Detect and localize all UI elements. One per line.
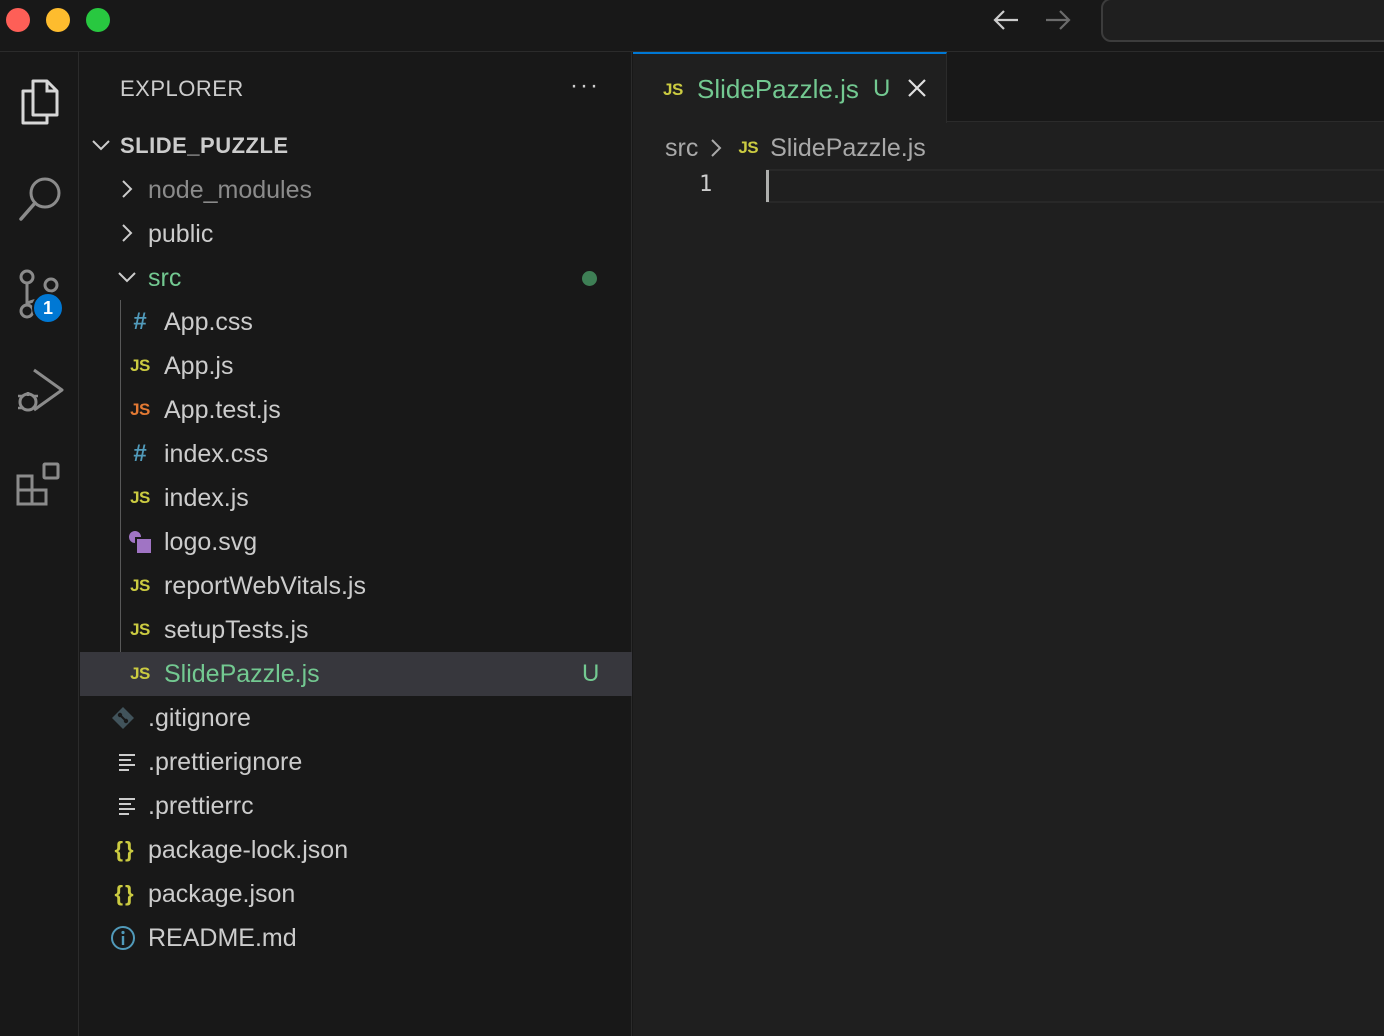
js-icon: JS [130, 664, 150, 683]
go-forward-button[interactable] [1042, 4, 1074, 36]
sidebar-title: EXPLORER [120, 76, 244, 101]
text-lines-icon [114, 793, 140, 819]
tree-item-label: package.json [148, 879, 296, 908]
extensions-icon [16, 462, 59, 506]
tree-item-setup-tests-js[interactable]: JS setupTests.js [80, 608, 632, 652]
activity-explorer[interactable] [0, 66, 79, 138]
tree-item-prettierrc[interactable]: .prettierrc [80, 784, 632, 828]
json-icon: {} [114, 837, 136, 862]
tree-item-label: src [148, 263, 182, 292]
tree-item-logo-svg[interactable]: logo.svg [80, 520, 632, 564]
chevron-down-icon [118, 272, 136, 283]
untracked-status-badge: U [873, 75, 891, 102]
tree-item-label: setupTests.js [164, 615, 309, 644]
breadcrumb-folder[interactable]: src [665, 134, 698, 163]
maximize-window-button[interactable] [86, 8, 110, 32]
tree-item-label: node_modules [148, 175, 313, 204]
activity-run-debug[interactable] [0, 354, 79, 426]
css-icon: # [133, 308, 147, 335]
line-number: 1 [699, 172, 713, 197]
go-back-button[interactable] [990, 4, 1022, 36]
tree-item-label: reportWebVitals.js [164, 571, 366, 600]
run-debug-icon [17, 368, 63, 412]
source-control-badge: 1 [32, 292, 64, 324]
tree-item-label: README.md [148, 923, 297, 952]
tree-item-app-css[interactable]: # App.css [80, 300, 632, 344]
arrow-left-icon [993, 10, 1018, 30]
current-line-highlight[interactable] [766, 169, 1384, 203]
editor-tab-strip: JS SlidePazzle.js U [633, 52, 1384, 123]
tree-item-label: App.css [164, 307, 253, 336]
chevron-down-icon [92, 140, 110, 151]
tree-item-src[interactable]: src [80, 256, 632, 300]
breadcrumb: src JS SlidePazzle.js [665, 130, 926, 166]
tree-item-label: App.js [164, 351, 234, 380]
tree-item-readme-md[interactable]: README.md [80, 916, 632, 960]
tree-item-gitignore[interactable]: .gitignore [80, 696, 632, 740]
info-icon [110, 925, 136, 951]
tab-label: SlidePazzle.js [697, 74, 859, 104]
js-icon: JS [130, 356, 150, 375]
tree-item-public[interactable]: public [80, 212, 632, 256]
workspace-folder-name: SLIDE_PUZZLE [120, 133, 289, 158]
editor-area: JS SlidePazzle.js U src JS SlidePazzle.j… [633, 52, 1384, 1036]
chevron-right-icon [708, 137, 724, 159]
git-icon [110, 705, 136, 731]
js-icon: JS [130, 576, 150, 595]
activity-search[interactable] [0, 162, 79, 234]
modified-dot-indicator [582, 271, 597, 286]
tree-item-label: .prettierignore [148, 747, 303, 776]
more-actions-button[interactable]: ··· [570, 72, 600, 100]
tree-item-app-js[interactable]: JS App.js [80, 344, 632, 388]
close-window-button[interactable] [6, 8, 30, 32]
js-icon: JS [738, 138, 759, 157]
text-cursor [766, 170, 769, 202]
json-icon: {} [114, 881, 136, 906]
tree-item-label: SlidePazzle.js [164, 659, 320, 688]
tree-item-package-lock-json[interactable]: {} package-lock.json [80, 828, 632, 872]
tree-item-label: logo.svg [164, 527, 258, 556]
tree-item-index-js[interactable]: JS index.js [80, 476, 632, 520]
tree-item-label: package-lock.json [148, 835, 349, 864]
files-icon [21, 79, 58, 125]
untracked-status-badge: U [582, 660, 600, 687]
activity-bar: 1 [0, 52, 79, 1036]
tree-item-label: index.css [164, 439, 269, 468]
css-icon: # [133, 440, 147, 467]
chevron-right-icon [122, 224, 133, 242]
js-icon: JS [130, 488, 150, 507]
tree-item-node-modules[interactable]: node_modules [80, 168, 632, 212]
tree-item-label: index.js [164, 483, 249, 512]
svg-icon [127, 529, 153, 555]
tree-item-prettierignore[interactable]: .prettierignore [80, 740, 632, 784]
search-icon [18, 177, 60, 221]
tree-item-package-json[interactable]: {} package.json [80, 872, 632, 916]
text-lines-icon [114, 749, 140, 775]
title-bar [0, 0, 1384, 52]
workspace-folder-header[interactable]: SLIDE_PUZZLE [80, 124, 632, 168]
js-icon: JS [663, 80, 683, 99]
js-test-icon: JS [130, 400, 150, 419]
explorer-sidebar: EXPLORER ··· SLIDE_PUZZLE node_modules p… [80, 52, 632, 1036]
tree-item-slide-pazzle-js[interactable]: JS SlidePazzle.js U [80, 652, 632, 696]
tree-item-index-css[interactable]: # index.css [80, 432, 632, 476]
tree-item-report-web-vitals-js[interactable]: JS reportWebVitals.js [80, 564, 632, 608]
activity-extensions[interactable] [0, 450, 79, 522]
tree-item-label: App.test.js [164, 395, 281, 424]
tree-item-label: .prettierrc [148, 791, 254, 820]
tree-item-app-test-js[interactable]: JS App.test.js [80, 388, 632, 432]
arrow-right-icon [1046, 10, 1071, 30]
tree-item-label: .gitignore [148, 703, 251, 732]
js-icon: JS [130, 620, 150, 639]
minimize-window-button[interactable] [46, 8, 70, 32]
command-center-search[interactable] [1101, 0, 1384, 42]
chevron-right-icon [122, 180, 133, 198]
tab-slide-pazzle-js[interactable]: JS SlidePazzle.js U [633, 52, 947, 123]
breadcrumb-file[interactable]: SlidePazzle.js [770, 134, 926, 163]
tree-item-label: public [148, 219, 214, 248]
close-icon[interactable] [905, 76, 929, 100]
